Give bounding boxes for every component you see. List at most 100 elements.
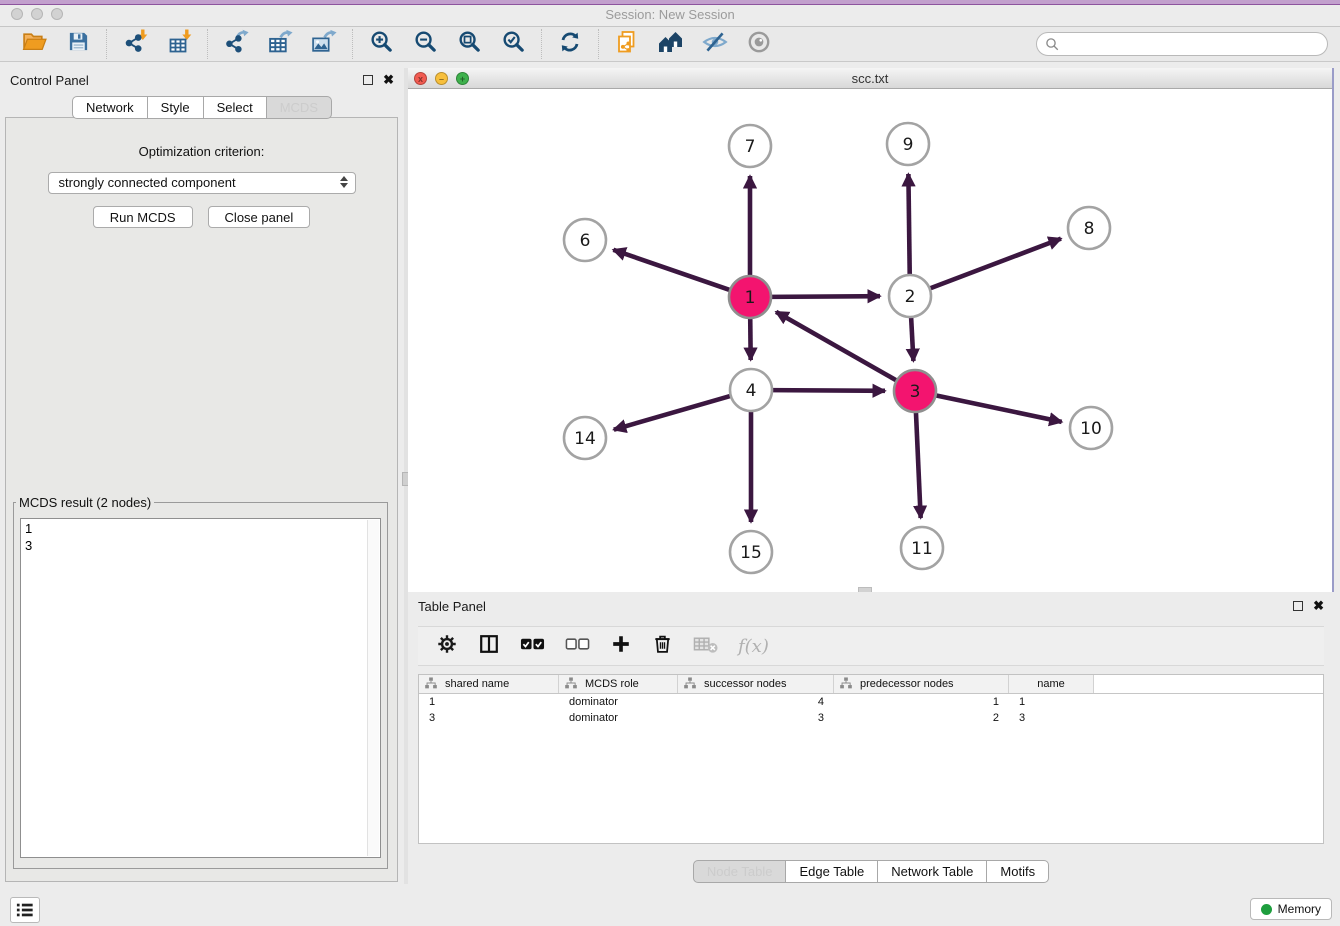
close-window-button[interactable] bbox=[11, 8, 23, 20]
graph-edge-2-9[interactable] bbox=[908, 174, 909, 276]
clone-network-icon bbox=[615, 30, 639, 59]
export-image-button[interactable] bbox=[310, 30, 338, 58]
zoom-fit-button[interactable] bbox=[455, 30, 483, 58]
save-button[interactable] bbox=[64, 30, 92, 58]
delete-column-button[interactable] bbox=[652, 632, 673, 660]
column-header-successor-nodes[interactable]: successor nodes bbox=[678, 675, 834, 693]
table-cell[interactable]: 4 bbox=[678, 694, 834, 710]
home-button[interactable] bbox=[657, 30, 685, 58]
minimize-window-button[interactable] bbox=[31, 8, 43, 20]
app-title: Session: New Session bbox=[605, 7, 734, 26]
column-header-MCDS-role[interactable]: MCDS role bbox=[559, 675, 678, 693]
eye-button[interactable] bbox=[745, 30, 773, 58]
graph-edge-1-6[interactable] bbox=[613, 250, 731, 291]
table-cell[interactable]: 2 bbox=[834, 710, 1009, 726]
add-column-button[interactable] bbox=[610, 632, 632, 660]
zoom-out-button[interactable] bbox=[411, 30, 439, 58]
graph-node-label-2: 2 bbox=[905, 287, 916, 307]
tab-network[interactable]: Network bbox=[72, 96, 148, 119]
split-columns-button[interactable] bbox=[478, 632, 500, 660]
network-window-controls[interactable]: x–+ bbox=[414, 72, 469, 85]
close-panel-icon[interactable]: ✖ bbox=[383, 75, 394, 85]
tab-select[interactable]: Select bbox=[203, 96, 267, 119]
memory-label: Memory bbox=[1278, 902, 1321, 916]
tab-mcds[interactable]: MCDS bbox=[266, 96, 332, 119]
table-cell[interactable]: dominator bbox=[559, 710, 678, 726]
close-panel-button[interactable]: Close panel bbox=[208, 206, 311, 228]
import-network-button[interactable] bbox=[121, 30, 149, 58]
column-type-icon bbox=[684, 677, 696, 692]
minimize-view-button[interactable]: – bbox=[435, 72, 448, 85]
zoom-selected-button[interactable] bbox=[499, 30, 527, 58]
graph-edge-3-10[interactable] bbox=[935, 395, 1062, 422]
export-table-button[interactable] bbox=[266, 30, 294, 58]
graph-node-label-7: 7 bbox=[745, 137, 756, 157]
run-mcds-button[interactable]: Run MCDS bbox=[93, 206, 193, 228]
gear-button[interactable] bbox=[436, 632, 458, 660]
table-row[interactable]: 3dominator323 bbox=[419, 710, 1323, 726]
close-view-button[interactable]: x bbox=[414, 72, 427, 85]
float-table-panel-icon[interactable] bbox=[1293, 601, 1303, 611]
table-cell[interactable]: 1 bbox=[419, 694, 559, 710]
network-graph[interactable]: 7968124314101511 bbox=[408, 89, 1332, 591]
control-panel: Control Panel ✖ NetworkStyleSelectMCDS O… bbox=[0, 68, 404, 884]
export-network-button[interactable] bbox=[222, 30, 250, 58]
table-row[interactable]: 1dominator411 bbox=[419, 694, 1323, 710]
network-window-titlebar[interactable]: x–+ scc.txt bbox=[408, 68, 1332, 89]
table-cell[interactable]: dominator bbox=[559, 694, 678, 710]
column-header-shared-name[interactable]: shared name bbox=[419, 675, 559, 693]
column-header-predecessor-nodes[interactable]: predecessor nodes bbox=[834, 675, 1009, 693]
import-table-button[interactable] bbox=[165, 30, 193, 58]
refresh-layout-button[interactable] bbox=[556, 30, 584, 58]
column-type-icon bbox=[565, 677, 577, 692]
graph-edge-1-2[interactable] bbox=[770, 296, 880, 297]
window-controls[interactable] bbox=[11, 8, 63, 20]
table-cell[interactable]: 1 bbox=[834, 694, 1009, 710]
network-canvas[interactable]: 7968124314101511 bbox=[408, 89, 1332, 591]
open-folder-button[interactable] bbox=[20, 30, 48, 58]
select-all-columns-button[interactable] bbox=[520, 632, 545, 660]
clone-network-button[interactable] bbox=[613, 30, 641, 58]
import-network-icon bbox=[123, 29, 148, 60]
graph-edge-2-3[interactable] bbox=[911, 316, 913, 361]
table-tab-network-table[interactable]: Network Table bbox=[877, 860, 987, 883]
table-cell[interactable]: 3 bbox=[678, 710, 834, 726]
graph-edge-4-14[interactable] bbox=[614, 396, 732, 430]
table-panel-title: Table Panel bbox=[418, 599, 486, 614]
unselect-all-columns-button[interactable] bbox=[565, 632, 590, 660]
float-panel-icon[interactable] bbox=[363, 75, 373, 85]
graph-edge-2-8[interactable] bbox=[929, 239, 1061, 289]
graph-node-label-10: 10 bbox=[1080, 419, 1102, 439]
memory-button[interactable]: Memory bbox=[1250, 898, 1332, 920]
zoom-view-button[interactable]: + bbox=[456, 72, 469, 85]
eye-icon bbox=[746, 29, 772, 60]
graph-node-label-4: 4 bbox=[746, 381, 757, 401]
graph-node-label-8: 8 bbox=[1084, 219, 1095, 239]
graph-edge-3-11[interactable] bbox=[916, 411, 921, 518]
zoom-window-button[interactable] bbox=[51, 8, 63, 20]
search-box[interactable] bbox=[1036, 32, 1328, 56]
table-tab-motifs[interactable]: Motifs bbox=[986, 860, 1049, 883]
eye-crossed-button[interactable] bbox=[701, 30, 729, 58]
table-cell[interactable]: 3 bbox=[419, 710, 559, 726]
optimization-criterion-select[interactable]: strongly connected component bbox=[48, 172, 356, 194]
graph-node-label-15: 15 bbox=[740, 543, 762, 563]
column-type-icon bbox=[840, 677, 852, 692]
graph-edge-4-3[interactable] bbox=[771, 390, 885, 391]
eye-crossed-icon bbox=[702, 29, 728, 60]
table-tab-node-table[interactable]: Node Table bbox=[693, 860, 787, 883]
search-input[interactable] bbox=[1060, 36, 1319, 53]
graph-edge-3-1[interactable] bbox=[776, 312, 898, 381]
zoom-in-button[interactable] bbox=[367, 30, 395, 58]
column-header-name[interactable]: name bbox=[1009, 675, 1094, 693]
mcds-result-list[interactable]: 1 3 bbox=[20, 518, 381, 858]
close-table-panel-icon[interactable]: ✖ bbox=[1313, 601, 1324, 611]
task-history-button[interactable] bbox=[10, 897, 40, 923]
tab-style[interactable]: Style bbox=[147, 96, 204, 119]
optimization-criterion-label: Optimization criterion: bbox=[6, 144, 397, 159]
table-cell[interactable]: 1 bbox=[1009, 694, 1094, 710]
node-table[interactable]: shared nameMCDS rolesuccessor nodesprede… bbox=[418, 674, 1324, 844]
table-tab-edge-table[interactable]: Edge Table bbox=[785, 860, 878, 883]
canvas-scroll-grip[interactable] bbox=[858, 587, 872, 592]
table-cell[interactable]: 3 bbox=[1009, 710, 1094, 726]
